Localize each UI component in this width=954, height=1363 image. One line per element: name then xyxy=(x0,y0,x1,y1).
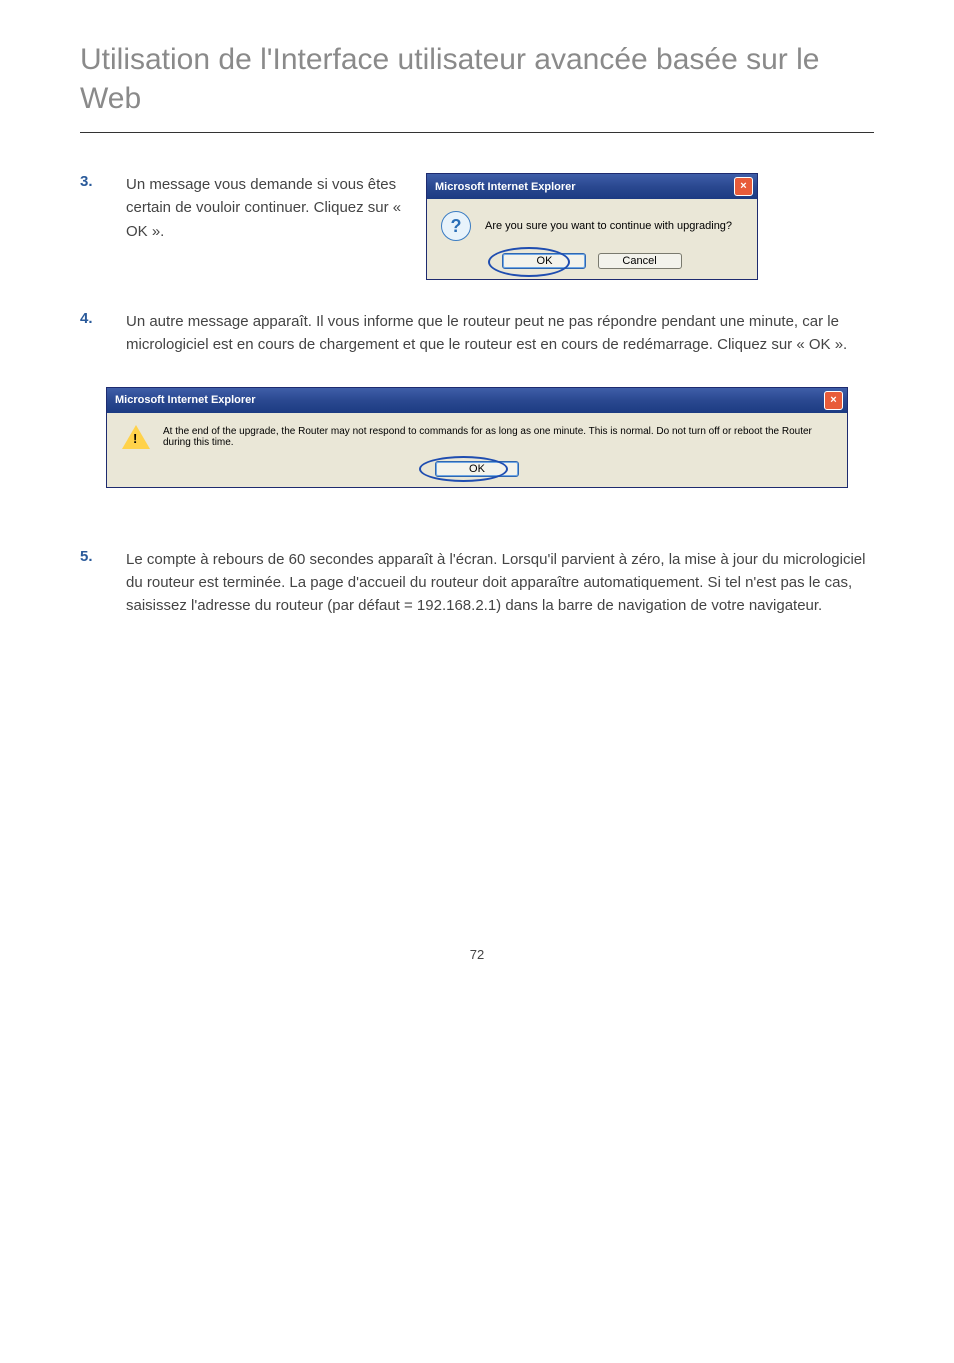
dialog-message: Are you sure you want to continue with u… xyxy=(485,220,743,232)
dialog-title: Microsoft Internet Explorer xyxy=(115,394,256,406)
section-divider xyxy=(80,132,874,133)
question-icon: ? xyxy=(441,211,471,241)
ok-button[interactable]: OK xyxy=(502,253,586,269)
step-number: 5. xyxy=(80,548,106,565)
dialog-message: At the end of the upgrade, the Router ma… xyxy=(163,426,833,448)
step-3-row: 3. Un message vous demande si vous êtes … xyxy=(80,173,874,280)
dialog-body: ? Are you sure you want to continue with… xyxy=(427,199,757,279)
section-title: Utilisation de l'Interface utilisateur a… xyxy=(80,40,874,118)
step-5-text: Le compte à rebours de 60 secondes appar… xyxy=(126,548,874,618)
close-icon[interactable]: × xyxy=(824,391,843,410)
dialog-body: At the end of the upgrade, the Router ma… xyxy=(107,413,847,487)
dialog-titlebar: Microsoft Internet Explorer × xyxy=(427,174,757,199)
cancel-button[interactable]: Cancel xyxy=(598,253,682,269)
ok-button[interactable]: OK xyxy=(435,461,519,477)
step-3-text: Un message vous demande si vous êtes cer… xyxy=(126,173,406,243)
page-number: 72 xyxy=(0,647,954,992)
warning-icon xyxy=(122,425,150,449)
dialog-upgrade-wait: Microsoft Internet Explorer × At the end… xyxy=(106,387,848,488)
dialog-titlebar: Microsoft Internet Explorer × xyxy=(107,388,847,413)
close-icon[interactable]: × xyxy=(734,177,753,196)
dialog-confirm-upgrade: Microsoft Internet Explorer × ? Are you … xyxy=(426,173,758,280)
step-number: 3. xyxy=(80,173,106,190)
dialog-title: Microsoft Internet Explorer xyxy=(435,181,576,193)
step-4-row: 4. Un autre message apparaît. Il vous in… xyxy=(80,310,874,357)
step-5-row: 5. Le compte à rebours de 60 secondes ap… xyxy=(80,548,874,618)
step-number: 4. xyxy=(80,310,106,327)
step-4-text: Un autre message apparaît. Il vous infor… xyxy=(126,310,874,357)
